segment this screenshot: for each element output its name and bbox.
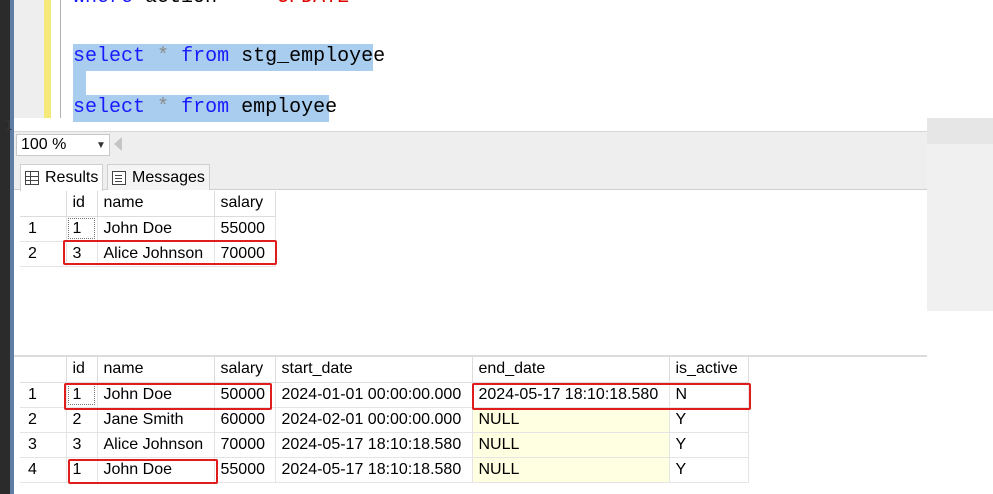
grid-cell[interactable]: 60000 (214, 407, 276, 433)
table-row[interactable]: 1 1 John Doe 55000 (20, 216, 276, 242)
scroll-left-icon[interactable] (114, 137, 122, 151)
results-tab-strip: Results Messages (14, 157, 927, 191)
selection-blank-line (73, 71, 86, 95)
row-number-header (20, 357, 67, 383)
grid-header-row: id name salary (20, 191, 276, 217)
column-header[interactable]: start_date (275, 357, 473, 383)
grid-cell[interactable]: John Doe (97, 216, 215, 242)
column-header[interactable]: id (66, 357, 98, 383)
grid-cell[interactable]: 2024-01-01 00:00:00.000 (275, 382, 473, 408)
grid-cell[interactable]: 1 (66, 457, 98, 483)
grid-cell[interactable]: John Doe (97, 457, 215, 483)
grid-cell[interactable]: Y (669, 407, 749, 433)
column-header[interactable]: end_date (472, 357, 670, 383)
row-number[interactable]: 1 (20, 382, 67, 408)
grid-cell[interactable]: 1 (66, 382, 98, 408)
table-row[interactable]: 1 1 John Doe 50000 2024-01-01 00:00:00.0… (20, 382, 749, 408)
messages-icon (112, 170, 126, 185)
row-number[interactable]: 4 (20, 457, 67, 483)
grid-splitter[interactable] (14, 311, 993, 357)
result-grid-2[interactable]: id name salary start_date end_date is_ac… (20, 357, 927, 494)
grid-cell[interactable]: Alice Johnson (97, 432, 215, 458)
table-row[interactable]: 3 3 Alice Johnson 70000 2024-05-17 18:10… (20, 432, 749, 458)
grid-cell[interactable]: John Doe (97, 382, 215, 408)
code-line-partial: where action = 'UPDATE' (73, 0, 361, 11)
tab-results[interactable]: Results (20, 164, 104, 191)
grid-icon (25, 171, 39, 185)
code-line-select-stg: select * from stg_employee (73, 45, 386, 68)
column-header[interactable]: salary (214, 357, 276, 383)
row-number-header (20, 191, 67, 217)
gutter-line-number: 1 (4, 118, 13, 134)
zoom-bar: 100 % ▼ (14, 131, 927, 157)
grid-cell[interactable]: Jane Smith (97, 407, 215, 433)
grid-cell[interactable]: 3 (66, 432, 98, 458)
column-header[interactable]: name (97, 191, 215, 217)
zoom-value: 100 % (21, 136, 67, 153)
table-row[interactable]: 2 2 Jane Smith 60000 2024-02-01 00:00:00… (20, 407, 749, 433)
grid-cell[interactable]: Y (669, 457, 749, 483)
grid-cell[interactable]: 50000 (214, 382, 276, 408)
tab-messages-label: Messages (132, 168, 205, 186)
row-number[interactable]: 2 (20, 407, 67, 433)
grid-cell[interactable]: 2024-02-01 00:00:00.000 (275, 407, 473, 433)
grid-cell[interactable]: 3 (66, 241, 98, 267)
grid-cell[interactable]: N (669, 382, 749, 408)
column-header[interactable]: salary (214, 191, 276, 217)
grid-cell[interactable]: 1 (66, 216, 98, 242)
code-line-select-employee: select * from employee (73, 96, 338, 119)
row-number[interactable]: 3 (20, 432, 67, 458)
grid-cell[interactable]: 2024-05-17 18:10:18.580 (275, 432, 473, 458)
grid-cell-null[interactable]: NULL (472, 432, 670, 458)
tab-messages[interactable]: Messages (107, 164, 210, 190)
grid-cell[interactable]: 55000 (214, 216, 276, 242)
window-left-edge (0, 0, 10, 494)
grid-cell[interactable]: Alice Johnson (97, 241, 215, 267)
results-side-area (927, 144, 993, 311)
column-header[interactable]: name (97, 357, 215, 383)
zoom-select[interactable]: 100 % ▼ (16, 134, 110, 156)
query-editor[interactable]: where action = 'UPDATE' select * from st… (51, 0, 927, 122)
fold-guide (60, 0, 61, 118)
change-indicator-bar (44, 0, 51, 118)
table-row[interactable]: 4 1 John Doe 55000 2024-05-17 18:10:18.5… (20, 457, 749, 483)
column-header[interactable]: id (66, 191, 98, 217)
tab-results-label: Results (45, 169, 99, 186)
grid-cell-null[interactable]: NULL (472, 457, 670, 483)
line-number-gutter (14, 0, 44, 118)
table-row[interactable]: 2 3 Alice Johnson 70000 (20, 241, 276, 267)
grid-cell-null[interactable]: NULL (472, 407, 670, 433)
result-grid-1[interactable]: id name salary 1 1 John Doe 55000 2 3 Al… (20, 191, 927, 311)
grid-cell[interactable]: 2024-05-17 18:10:18.580 (472, 382, 670, 408)
chevron-down-icon[interactable]: ▼ (93, 140, 109, 151)
column-header[interactable]: is_active (669, 357, 749, 383)
grid-cell[interactable]: 55000 (214, 457, 276, 483)
grid-cell[interactable]: 70000 (214, 432, 276, 458)
grid-cell[interactable]: Y (669, 432, 749, 458)
grid-cell[interactable]: 2 (66, 407, 98, 433)
row-number[interactable]: 1 (20, 216, 67, 242)
editor-horizontal-scroll-strip (927, 118, 993, 144)
grid-header-row: id name salary start_date end_date is_ac… (20, 357, 749, 383)
grid-cell[interactable]: 70000 (214, 241, 276, 267)
grid-cell[interactable]: 2024-05-17 18:10:18.580 (275, 457, 473, 483)
row-number[interactable]: 2 (20, 241, 67, 267)
